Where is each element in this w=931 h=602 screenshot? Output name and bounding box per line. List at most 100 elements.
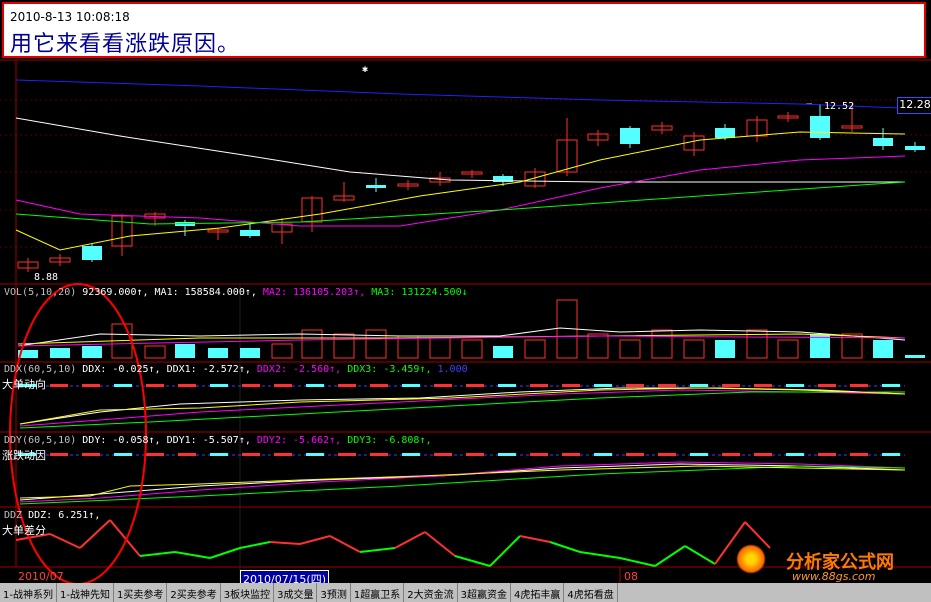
- legend-item: DDZ: 6.251↑,: [28, 510, 101, 521]
- note-text: 用它来看看涨跌原因。: [10, 32, 241, 57]
- volume-bar: [587, 333, 609, 359]
- candle-body: [366, 185, 386, 188]
- formula-tab[interactable]: 3成交量: [274, 583, 318, 602]
- formula-tab[interactable]: 4虎拓丰赢: [511, 583, 565, 602]
- formula-tab[interactable]: 3板块监控: [221, 583, 275, 602]
- last-price-tag: 12.28: [897, 97, 931, 114]
- ma120-line: [15, 79, 901, 109]
- ddy-title: 涨跌动因: [2, 449, 46, 462]
- ddy-bar: [786, 453, 804, 456]
- legend-item: MA2: 136105.203↑,: [262, 287, 372, 298]
- ddx-bar: [562, 384, 580, 387]
- candle-body: [620, 128, 640, 144]
- volume-bars: [17, 299, 925, 359]
- volume-bar: [524, 339, 546, 359]
- candle-body: [82, 246, 102, 260]
- ddy-bar: [850, 453, 868, 456]
- ddy-bar: [658, 453, 676, 456]
- candle-body: [873, 138, 893, 146]
- volume-bar: [144, 345, 166, 359]
- axis-date-left: 2010/07: [18, 570, 64, 583]
- ddx-bar: [370, 384, 388, 387]
- ddx-bar: [146, 384, 164, 387]
- ddx-bar: [82, 384, 100, 387]
- volume-bar: [873, 340, 893, 358]
- volume-bar: [683, 339, 705, 359]
- ddx-bar: [114, 384, 132, 387]
- high-price-label: 12.52: [824, 101, 855, 112]
- volume-bar: [397, 335, 419, 359]
- legend-item: MA1: 158584.000↑,: [154, 287, 263, 298]
- ddx-bar: [882, 384, 900, 387]
- formula-tab[interactable]: 3超赢资金: [458, 583, 511, 602]
- ddx-bar: [498, 384, 516, 387]
- ddx-bar: [658, 384, 676, 387]
- legend-item: DDX3: -3.459↑,: [347, 364, 438, 375]
- ddy-bar: [178, 453, 196, 456]
- vol-legend: VOL(5,10,20) 92369.000↑, MA1: 158584.000…: [4, 287, 468, 298]
- volume-bar: [429, 337, 451, 359]
- ddz-segment: [549, 541, 581, 553]
- formula-tab[interactable]: 1-战神先知: [57, 583, 114, 602]
- star-marker: ✱: [362, 64, 368, 75]
- volume-bar: [271, 343, 293, 359]
- ddx-legend: DDX(60,5,10) DDX: -0.025↑, DDX1: -2.572↑…: [4, 364, 468, 375]
- ddx-bar: [210, 384, 228, 387]
- ddz-segment: [79, 519, 111, 549]
- ddy-bar: [722, 453, 740, 456]
- formula-tab[interactable]: 3预测: [317, 583, 351, 602]
- ddx-title: 大单动向: [2, 378, 46, 391]
- ddy-bar: [370, 453, 388, 456]
- formula-tab[interactable]: 2买卖参考: [167, 583, 221, 602]
- axis-date-right: 08: [624, 570, 638, 583]
- ddz-segment: [684, 545, 716, 565]
- ddy-bar: [594, 453, 612, 456]
- volume-bar: [619, 339, 641, 359]
- ddx-bar: [178, 384, 196, 387]
- ddy-bar: [466, 453, 484, 456]
- volume-bar: [493, 346, 513, 358]
- ddz-segment: [619, 557, 656, 567]
- watermark-flower-icon: [736, 544, 766, 574]
- ddy-bar: [82, 453, 100, 456]
- legend-item: DDX(60,5,10): [4, 364, 83, 375]
- ddy-bar: [50, 453, 68, 456]
- ddx4-line: [19, 387, 906, 425]
- ddz-segment: [454, 555, 491, 567]
- legend-item: 92369.000↑,: [82, 287, 155, 298]
- formula-tab[interactable]: 1超赢卫系: [351, 583, 405, 602]
- legend-item: DDX2: -2.560↑,: [256, 364, 348, 375]
- formula-tab[interactable]: 1买卖参考: [114, 583, 168, 602]
- formula-tab[interactable]: 1-战神系列: [0, 583, 57, 602]
- formula-tab[interactable]: 4虎拓看盘: [564, 583, 618, 602]
- legend-item: DDY2: -5.662↑,: [256, 435, 348, 446]
- legend-item: DDY3: -6.808↑,: [347, 435, 432, 446]
- ddx-bar: [50, 384, 68, 387]
- price-candles: ✱: [17, 64, 925, 272]
- legend-item: DDX: -0.025↑,: [82, 364, 167, 375]
- ddy-bar: [882, 453, 900, 456]
- ddx-bar: [306, 384, 324, 387]
- ddz-segment: [49, 533, 81, 549]
- ddz-title: 大单差分: [2, 524, 46, 537]
- ddz-segment: [489, 535, 521, 567]
- candle-body: [810, 116, 830, 138]
- ddx-bar: [690, 384, 708, 387]
- ddz-segment: [329, 535, 361, 553]
- ddx-bar: [818, 384, 836, 387]
- ddx-bar: [274, 384, 292, 387]
- ddx-bar: [434, 384, 452, 387]
- note-box: 2010-8-13 10:08:18 用它来看看涨跌原因。: [2, 2, 926, 58]
- ddy-bar: [498, 453, 516, 456]
- ddz-segment: [519, 535, 551, 543]
- ddy-bar: [434, 453, 452, 456]
- ddy-bar: [306, 453, 324, 456]
- low-price-label: 8.88: [34, 272, 59, 283]
- ddx1-line: [19, 387, 906, 425]
- ddy-bar: [818, 453, 836, 456]
- ddy-bar: [210, 453, 228, 456]
- legend-item: DDX1: -2.572↑,: [166, 364, 257, 375]
- ddz-segment: [394, 531, 426, 549]
- formula-tab[interactable]: 2大资金流: [404, 583, 458, 602]
- ddz-segment: [299, 535, 331, 545]
